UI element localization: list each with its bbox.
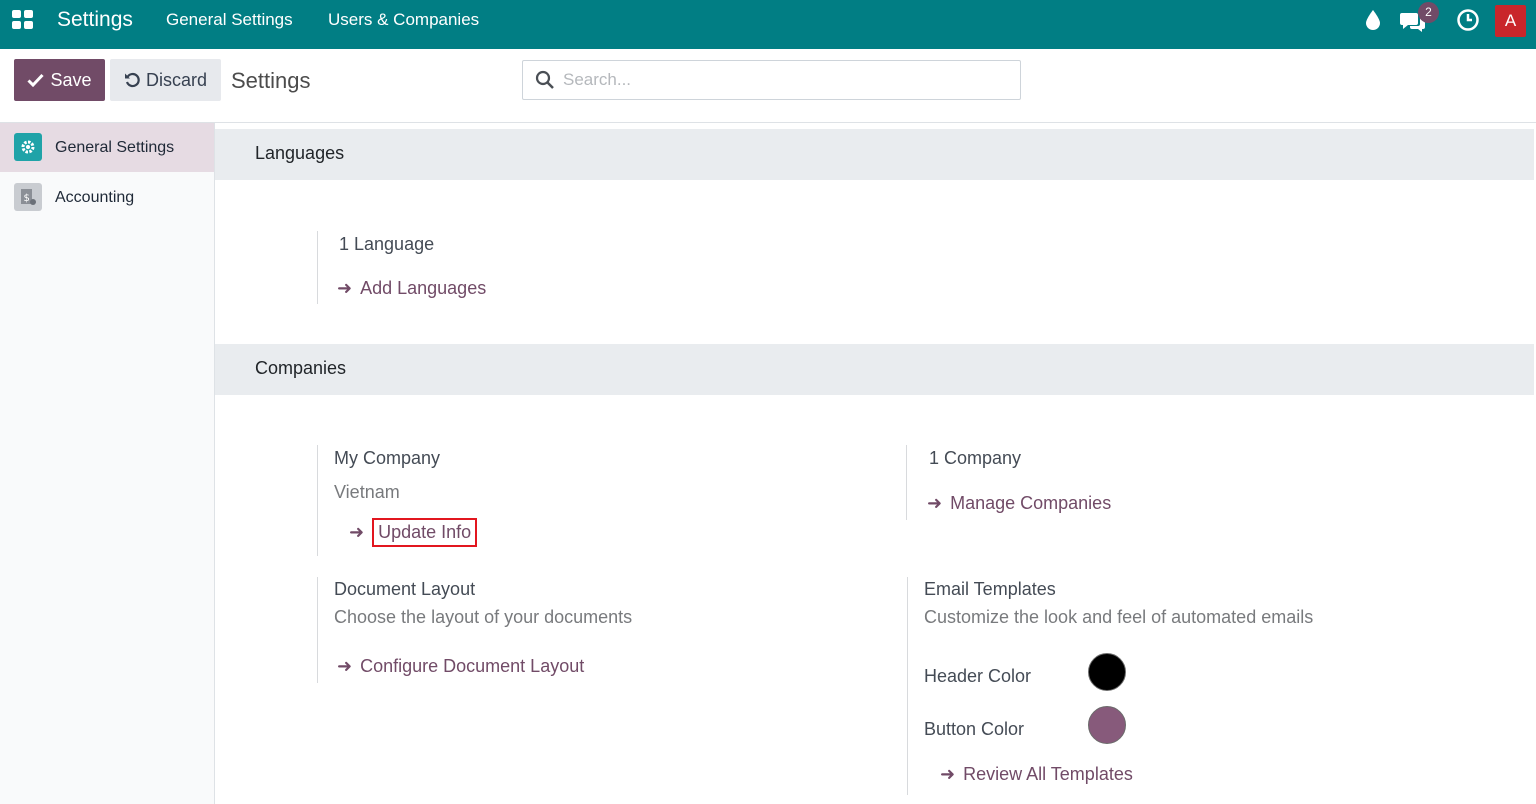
configure-document-layout-link[interactable]: ➜ Configure Document Layout [337, 656, 584, 677]
section-title: Companies [255, 358, 347, 378]
page-title: Settings [231, 68, 311, 93]
menu-general-settings[interactable]: General Settings [166, 10, 293, 30]
company-country: Vietnam [334, 482, 400, 502]
document-layout-title: Document Layout [334, 579, 476, 599]
link-label: Manage Companies [950, 493, 1112, 513]
companies-section-header: Companies [215, 344, 1534, 395]
companies-count-setting: 1 Company ➜ Manage Companies [906, 445, 1466, 520]
svg-text:$: $ [24, 193, 30, 204]
check-icon [27, 73, 45, 87]
search-bar[interactable] [522, 60, 1021, 100]
sidebar-item-label: General Settings [55, 138, 175, 156]
sidebar-item-general-settings[interactable]: General Settings [0, 123, 214, 172]
update-info-link[interactable]: ➜ Update Info [349, 518, 478, 547]
settings-main: Languages 1 Language ➜ Add Languages Com… [215, 123, 1536, 804]
review-all-templates-link[interactable]: ➜ Review All Templates [940, 764, 1133, 785]
settings-sidebar: General Settings $ Accounting [0, 123, 215, 804]
header-color-swatch[interactable] [1088, 653, 1126, 691]
document-layout-description: Choose the layout of your documents [334, 607, 633, 627]
language-count: 1 Language [339, 234, 435, 254]
email-templates-setting: Email Templates Customize the look and f… [907, 577, 1467, 795]
sidebar-item-accounting[interactable]: $ Accounting [0, 173, 214, 222]
apps-menu-icon[interactable] [12, 10, 34, 30]
company-info-setting: My Company Vietnam ➜ Update Info [317, 445, 877, 556]
document-layout-setting: Document Layout Choose the layout of you… [317, 577, 877, 683]
email-templates-description: Customize the look and feel of automated… [924, 607, 1314, 627]
sidebar-item-label: Accounting [55, 188, 135, 206]
debug-drop-icon[interactable] [1364, 9, 1382, 36]
arrow-right-icon: ➜ [337, 278, 353, 298]
control-panel: Save Discard Settings [0, 49, 1536, 123]
section-title: Languages [255, 143, 345, 163]
languages-section-header: Languages [215, 129, 1534, 180]
activity-clock-icon[interactable] [1456, 8, 1480, 37]
manage-companies-link[interactable]: ➜ Manage Companies [927, 493, 1111, 514]
button-color-label: Button Color [924, 719, 1025, 739]
discard-button[interactable]: Discard [110, 59, 221, 101]
undo-icon [124, 72, 140, 88]
link-label: Add Languages [360, 278, 487, 298]
gear-icon [14, 133, 42, 161]
top-navbar: Settings General Settings Users & Compan… [0, 0, 1536, 49]
discard-label: Discard [145, 69, 207, 90]
arrow-right-icon: ➜ [349, 522, 365, 542]
search-icon [535, 70, 554, 89]
button-color-swatch[interactable] [1088, 706, 1126, 744]
languages-setting: 1 Language ➜ Add Languages [317, 231, 877, 304]
messages-badge: 2 [1418, 2, 1439, 23]
link-label: Configure Document Layout [360, 656, 585, 676]
arrow-right-icon: ➜ [337, 656, 353, 676]
save-button[interactable]: Save [14, 59, 105, 101]
company-count: 1 Company [929, 448, 1022, 468]
link-label: Review All Templates [963, 764, 1133, 784]
save-label: Save [50, 69, 92, 90]
user-avatar[interactable]: A [1495, 5, 1526, 37]
email-templates-title: Email Templates [924, 579, 1056, 599]
header-color-label: Header Color [924, 666, 1032, 686]
arrow-right-icon: ➜ [927, 493, 943, 513]
menu-users-companies[interactable]: Users & Companies [328, 10, 479, 30]
company-name: My Company [334, 448, 441, 468]
search-input[interactable] [563, 67, 1003, 93]
add-languages-link[interactable]: ➜ Add Languages [337, 278, 486, 299]
app-brand[interactable]: Settings [57, 8, 133, 32]
update-info-label: Update Info [372, 518, 478, 547]
accounting-icon: $ [14, 183, 42, 211]
arrow-right-icon: ➜ [940, 764, 956, 784]
